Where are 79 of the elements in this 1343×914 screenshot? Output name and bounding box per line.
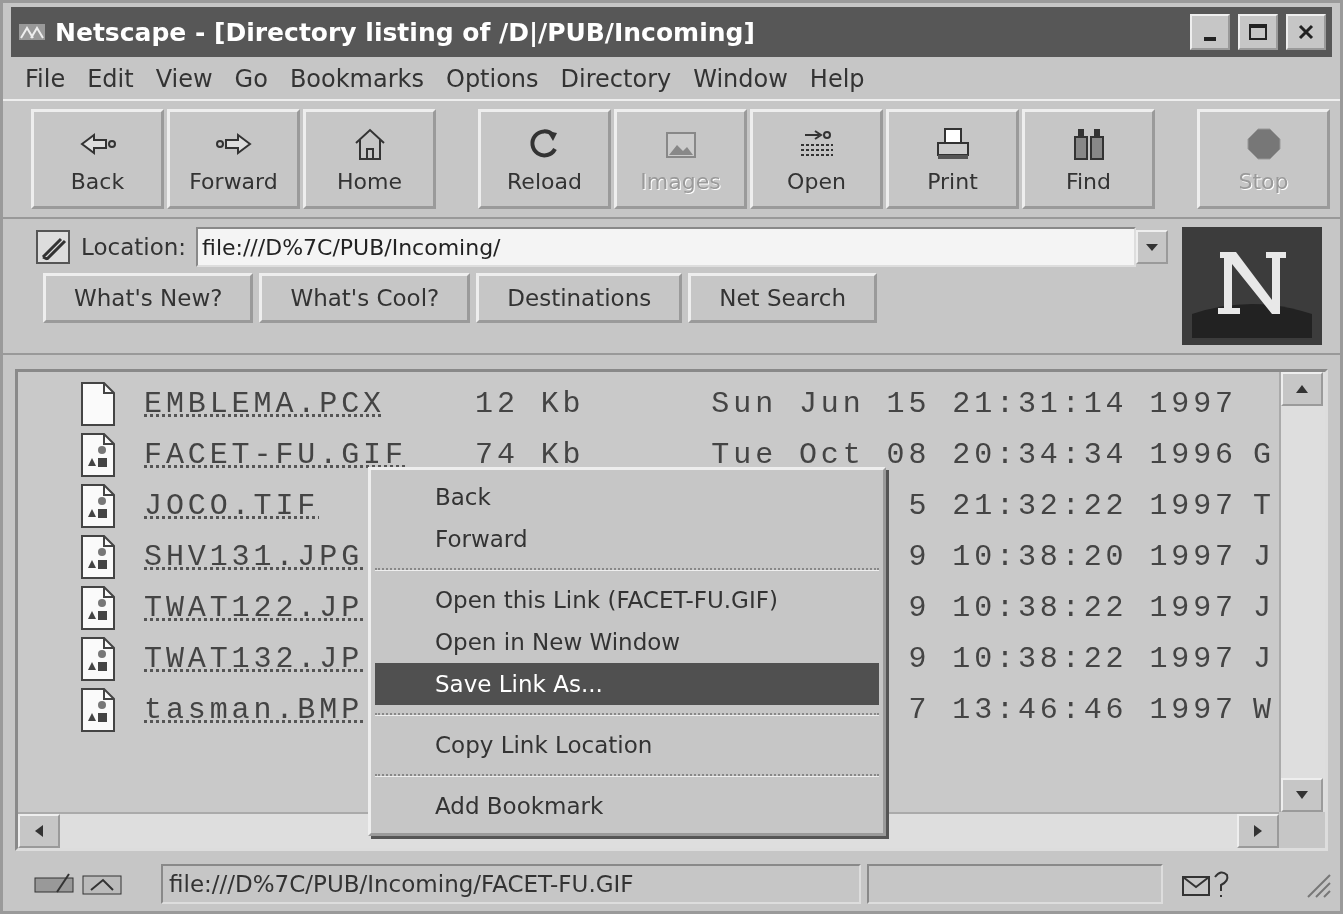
file-link[interactable]: TWAT132.JP — [144, 641, 364, 676]
scroll-right-button[interactable] — [1237, 814, 1279, 848]
file-type: J — [1252, 641, 1272, 676]
bookmark-icon[interactable] — [35, 229, 71, 265]
maximize-button[interactable] — [1238, 14, 1278, 50]
toolbar-button[interactable]: Reload — [478, 109, 611, 209]
file-link[interactable]: EMBLEMA.PCX — [144, 386, 385, 421]
file-link[interactable]: JOCO.TIF — [144, 488, 320, 523]
file-date: 5 21:32:22 1997 — [908, 488, 1237, 523]
image-file-icon — [80, 533, 116, 580]
directory-button[interactable]: What's New? — [43, 273, 254, 323]
vertical-scrollbar[interactable] — [1279, 372, 1325, 812]
file-date: Sun Jun 15 21:31:14 1997 — [711, 386, 1237, 421]
toolbar-button[interactable]: Forward — [167, 109, 300, 209]
toolbar-button[interactable]: Find — [1022, 109, 1155, 209]
toolbar-button[interactable]: Open — [750, 109, 883, 209]
maximize-icon — [1248, 23, 1268, 41]
menu-item[interactable]: Help — [809, 65, 865, 93]
file-type: J — [1252, 539, 1272, 574]
location-field[interactable]: file:///D%7C/PUB/Incoming/ — [196, 227, 1136, 267]
down-arrow-icon — [1294, 789, 1310, 801]
file-link[interactable]: tasman.BMP — [144, 692, 364, 727]
location-label: Location: — [81, 234, 187, 260]
file-size: 12 Kb — [475, 386, 585, 421]
right-arrow-icon — [1252, 823, 1264, 839]
menu-item[interactable]: Window — [693, 65, 788, 93]
directory-button[interactable]: Net Search — [688, 273, 877, 323]
image-file-icon — [80, 482, 116, 529]
document-icon — [80, 380, 116, 427]
toolbar-button[interactable]: Home — [303, 109, 436, 209]
file-date: 9 10:38:22 1997 — [908, 641, 1237, 676]
menu-item[interactable]: View — [155, 65, 213, 93]
up-arrow-icon — [1294, 383, 1310, 395]
image-file-icon — [80, 431, 116, 478]
file-date: 9 10:38:20 1997 — [908, 539, 1237, 574]
context-menu-item[interactable]: Forward — [375, 518, 879, 560]
status-text: file:///D%7C/PUB/Incoming/FACET-FU.GIF — [161, 864, 861, 904]
scroll-left-button[interactable] — [18, 814, 60, 848]
file-type: G — [1252, 437, 1272, 472]
menu-item[interactable]: File — [25, 65, 66, 93]
scroll-down-button[interactable] — [1281, 778, 1323, 812]
file-type: T — [1252, 488, 1272, 523]
file-date: 7 13:46:46 1997 — [908, 692, 1237, 727]
menu-item[interactable]: Directory — [560, 65, 672, 93]
context-menu-item[interactable]: Save Link As... — [375, 663, 879, 705]
file-type: W — [1252, 692, 1272, 727]
context-menu-item[interactable]: Open this Link (FACET-FU.GIF) — [375, 579, 879, 621]
image-file-icon — [80, 686, 116, 733]
menu-item[interactable]: Edit — [87, 65, 134, 93]
file-link[interactable]: TWAT122.JP — [144, 590, 364, 625]
file-size: 74 Kb — [475, 437, 585, 472]
minimize-button[interactable] — [1190, 14, 1230, 50]
file-date: Tue Oct 08 20:34:34 1996 — [711, 437, 1237, 472]
close-button[interactable] — [1286, 14, 1326, 50]
toolbar-button[interactable]: Print — [886, 109, 1019, 209]
context-menu-item[interactable]: Add Bookmark — [375, 785, 879, 827]
context-menu-item[interactable]: Back — [375, 476, 879, 518]
image-file-icon — [80, 635, 116, 682]
mail-icon[interactable] — [1181, 869, 1231, 899]
file-type: J — [1252, 590, 1272, 625]
minimize-icon — [1204, 37, 1216, 41]
menu-item[interactable]: Bookmarks — [289, 65, 424, 93]
context-menu-item[interactable]: Open in New Window — [375, 621, 879, 663]
window-title: Netscape - [Directory listing of /D|/PUB/Incoming] — [55, 17, 756, 47]
file-date: 9 10:38:22 1997 — [908, 590, 1237, 625]
image-file-icon — [80, 584, 116, 631]
menu-item[interactable]: Go — [234, 65, 268, 93]
scroll-up-button[interactable] — [1281, 372, 1323, 406]
context-menu-item[interactable]: Copy Link Location — [375, 724, 879, 766]
toolbar-button[interactable]: Back — [31, 109, 164, 209]
menu-item[interactable]: Options — [446, 65, 539, 93]
file-link[interactable]: FACET-FU.GIF — [144, 437, 407, 472]
close-icon — [1297, 23, 1315, 41]
caret-icon — [1144, 241, 1160, 253]
directory-button[interactable]: What's Cool? — [259, 273, 471, 323]
directory-button[interactable]: Destinations — [476, 273, 683, 323]
file-link[interactable]: SHV131.JPG — [144, 539, 364, 574]
left-arrow-icon — [33, 823, 45, 839]
dropdown-button[interactable] — [1136, 230, 1168, 264]
